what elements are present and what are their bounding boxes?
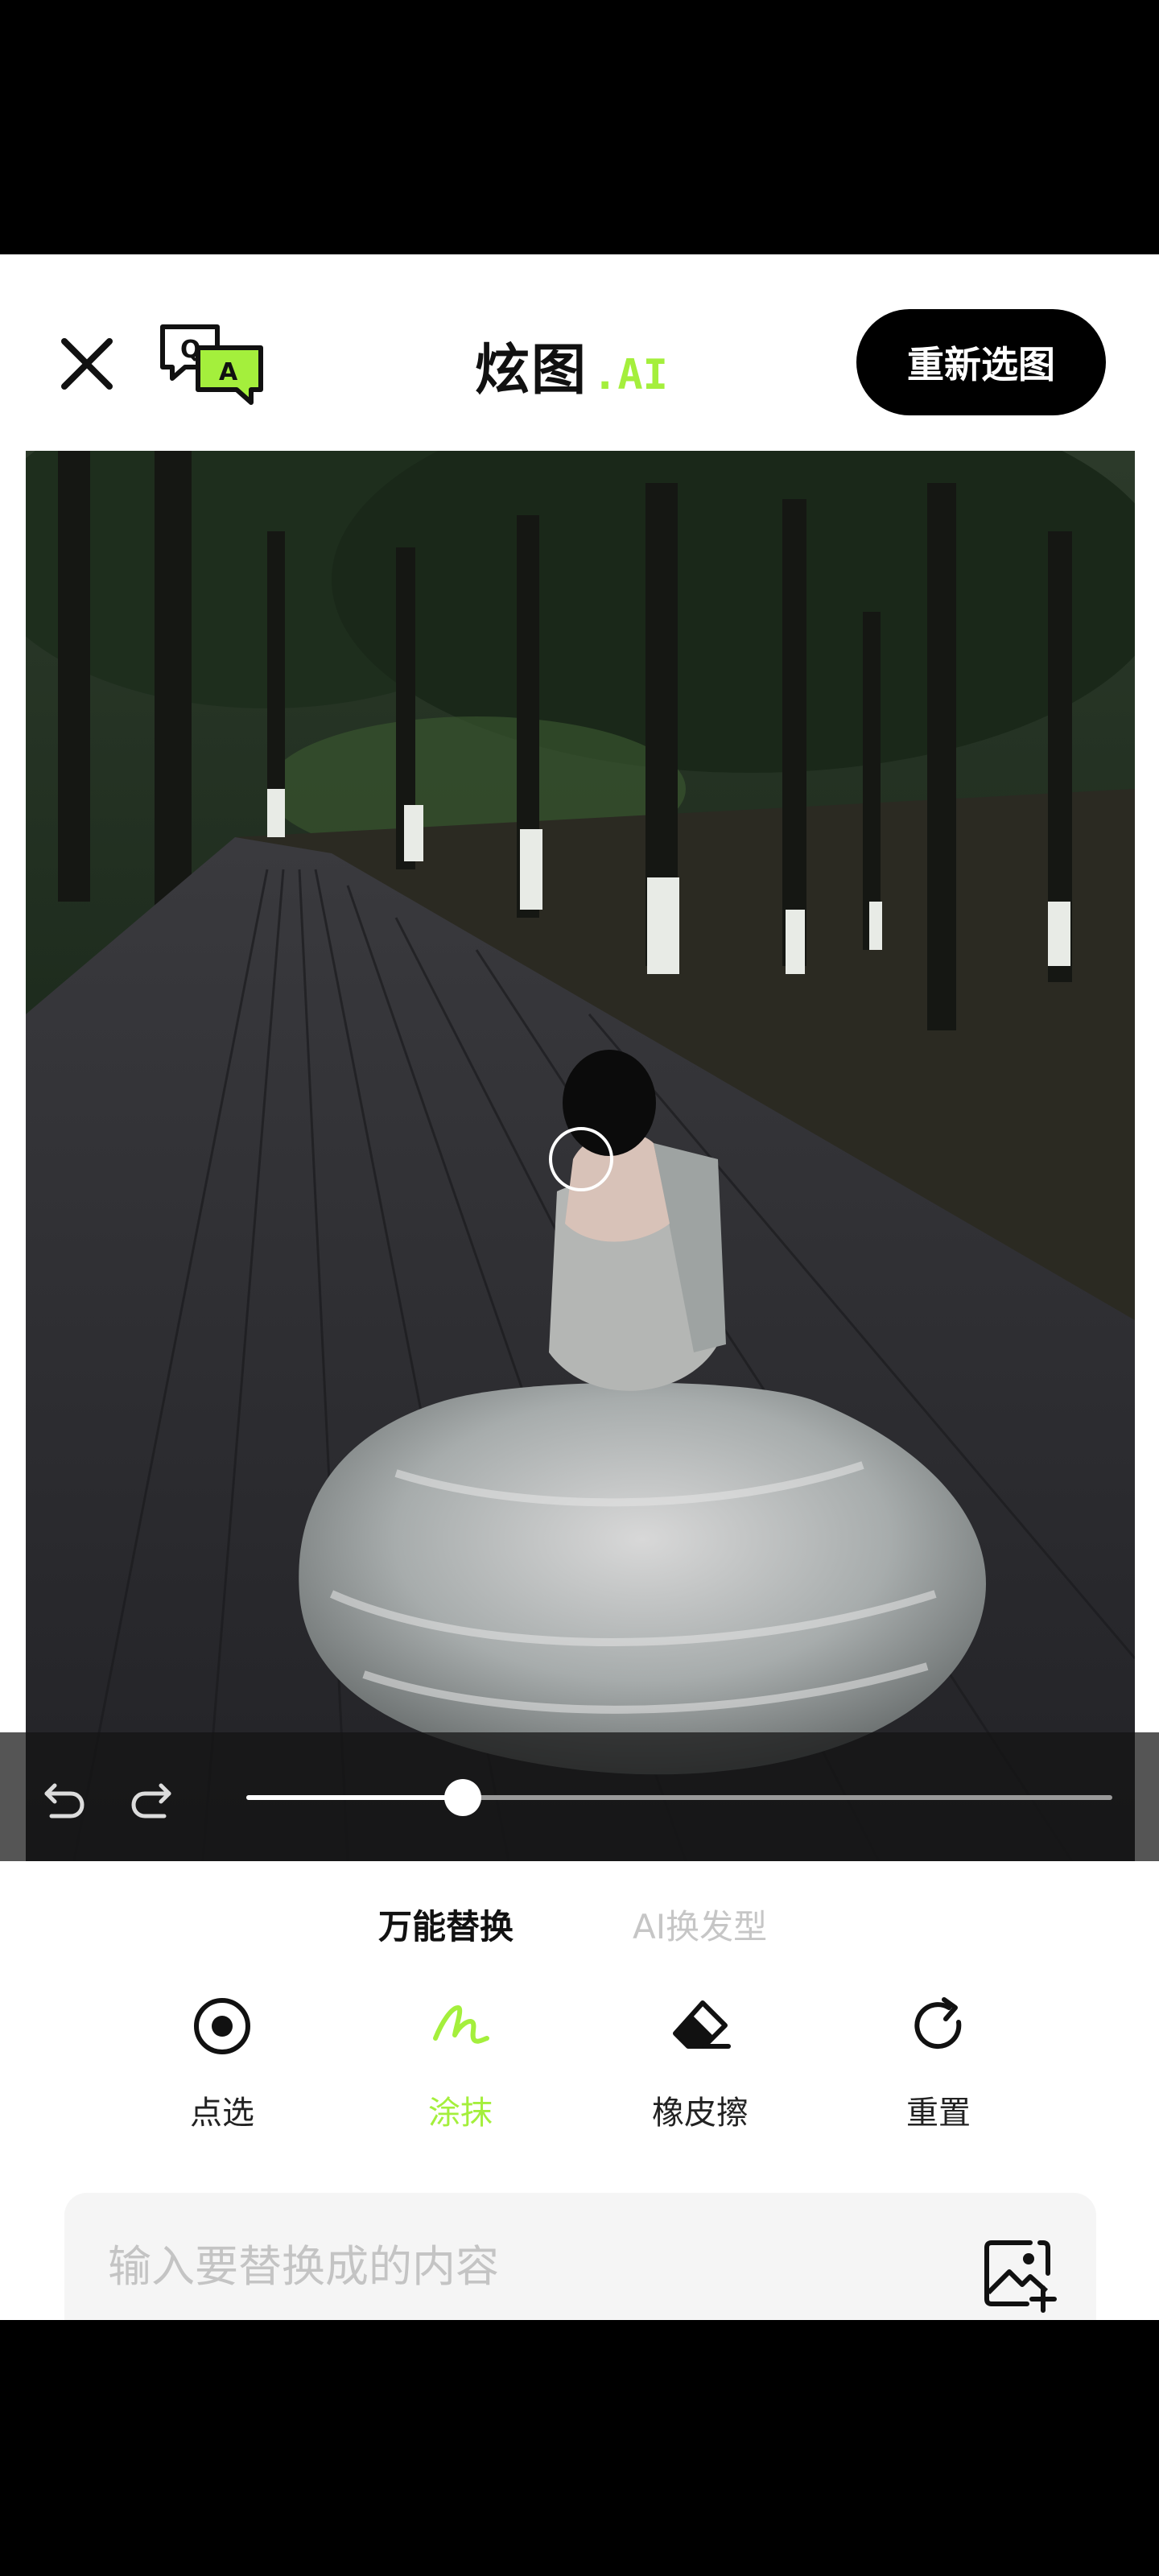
close-icon[interactable] (52, 328, 122, 399)
tool-label: 橡皮擦 (652, 2095, 749, 2132)
app-screen: Q A 炫图 .AI 重新选图 万能替换 AI换发型 点选 涂抹 橡皮擦 重置 … (0, 254, 1159, 2320)
brand-suffix: .AI (592, 351, 668, 399)
tab-ai-hairstyle[interactable]: AI换发型 (633, 1900, 767, 1949)
tool-label: 重置 (906, 2095, 971, 2132)
tool-reset[interactable]: 重置 (858, 1990, 1019, 2151)
photo-illustration (26, 451, 1135, 1861)
replace-content-input[interactable] (106, 2225, 914, 2307)
eraser-icon (673, 2000, 731, 2049)
target-icon (194, 1998, 250, 2054)
svg-text:A: A (219, 358, 238, 386)
edit-toolbar-overlay (0, 1732, 1159, 1861)
edit-photo-canvas[interactable] (26, 451, 1135, 1861)
reset-icon (914, 1997, 962, 2050)
slider-fill (246, 1795, 463, 1800)
mode-tabs: 万能替换 AI换发型 (0, 1900, 1159, 1964)
brush-icon (433, 2005, 489, 2044)
tool-brush[interactable]: 涂抹 (380, 1990, 541, 2151)
tool-label: 涂抹 (428, 2095, 493, 2132)
tool-label: 点选 (190, 2095, 254, 2132)
brand-logo: 炫图 .AI (475, 325, 668, 406)
brand-name: 炫图 (475, 339, 588, 402)
prompt-box (64, 2193, 1096, 2320)
undo-icon[interactable] (40, 1774, 89, 1823)
brush-size-slider[interactable] (246, 1779, 1112, 1816)
redo-icon[interactable] (127, 1774, 175, 1823)
tool-eraser[interactable]: 橡皮擦 (620, 1990, 781, 2151)
reselect-image-button[interactable]: 重新选图 (856, 309, 1106, 415)
slider-thumb[interactable] (444, 1779, 481, 1816)
qa-chat-icon[interactable]: Q A (158, 322, 266, 407)
header: Q A 炫图 .AI 重新选图 (0, 254, 1159, 451)
tool-point-select[interactable]: 点选 (142, 1990, 303, 2151)
tab-universal-replace[interactable]: 万能替换 (378, 1900, 514, 1949)
image-add-icon[interactable] (977, 2233, 1058, 2314)
